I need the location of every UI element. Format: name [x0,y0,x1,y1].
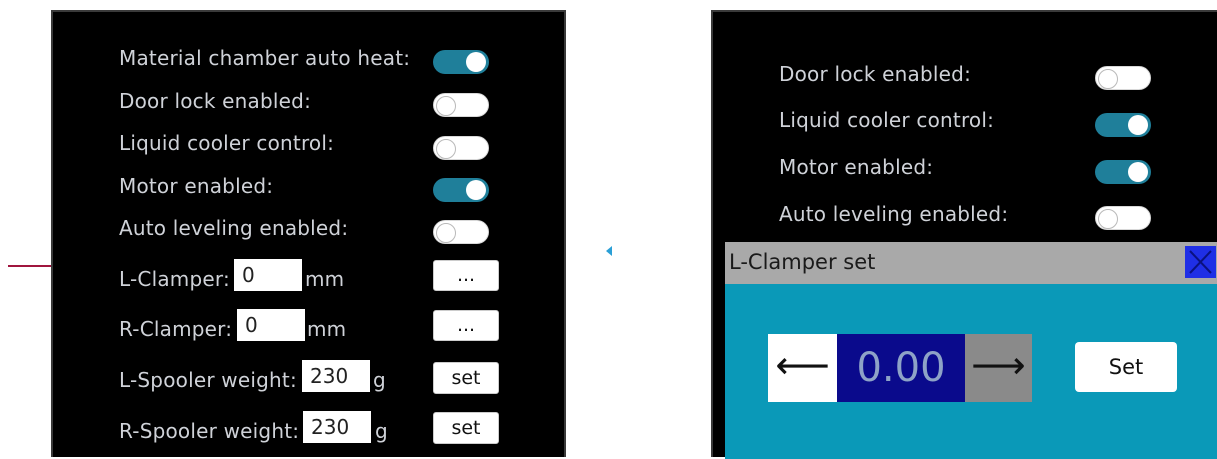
decrement-arrow-button[interactable]: ⟵ [768,334,837,402]
toggle-knob [436,139,456,159]
toggle-auto-leveling-enabled[interactable] [1095,206,1151,230]
toggle-knob [436,96,456,116]
label-r-clamper: R-Clamper: [119,317,233,341]
l-clamper-more-button[interactable]: ... [433,260,499,291]
toggle-knob [466,180,486,200]
dialog-titlebar[interactable]: L-Clamper set [725,242,1217,284]
toggle-liquid-cooler-control[interactable] [433,136,489,160]
toggle-material-chamber-auto-heat[interactable] [433,50,489,74]
l-spooler-weight-field[interactable]: 230 [302,360,370,392]
dialog-body: ⟵ 0.00 ⟶ Set [725,284,1217,459]
toggle-door-lock-enabled[interactable] [1095,66,1151,90]
label-auto-leveling-enabled: Auto leveling enabled: [779,202,1009,226]
toggle-auto-leveling-enabled[interactable] [433,220,489,244]
l-clamper-field[interactable]: 0 [234,259,302,291]
toggle-door-lock-enabled[interactable] [433,93,489,117]
set-button[interactable]: Set [1075,342,1177,392]
label-r-spooler-weight: R-Spooler weight: [119,419,300,443]
label-liquid-cooler-control: Liquid cooler control: [779,108,995,132]
label-l-spooler-weight: L-Spooler weight: [119,368,297,392]
l-spooler-set-button[interactable]: set [433,362,499,394]
label-auto-leveling-enabled: Auto leveling enabled: [119,216,349,240]
label-door-lock-enabled: Door lock enabled: [779,62,972,86]
r-spooler-unit: g [375,419,388,443]
settings-panel-left: Material chamber auto heat: Door lock en… [51,10,612,457]
toggle-knob [1098,209,1118,229]
label-l-clamper: L-Clamper: [119,267,230,291]
r-clamper-field[interactable]: 0 [237,309,305,341]
close-icon [1189,250,1212,274]
toggle-knob [1128,115,1148,135]
l-clamper-unit: mm [305,267,345,291]
toggle-motor-enabled[interactable] [1095,160,1151,184]
toggle-motor-enabled[interactable] [433,178,489,202]
settings-panel-right: Door lock enabled: Liquid cooler control… [711,10,1217,459]
label-liquid-cooler-control: Liquid cooler control: [119,131,335,155]
increment-arrow-button[interactable]: ⟶ [965,334,1032,402]
label-motor-enabled: Motor enabled: [119,174,274,198]
l-clamper-set-dialog: L-Clamper set ⟵ 0.00 ⟶ Set [725,242,1217,459]
toggle-knob [1128,162,1148,182]
l-spooler-unit: g [373,368,386,392]
r-spooler-weight-field[interactable]: 230 [303,411,371,443]
r-clamper-more-button[interactable]: ... [433,310,499,341]
label-door-lock-enabled: Door lock enabled: [119,89,312,113]
r-clamper-unit: mm [307,317,347,341]
toggle-liquid-cooler-control[interactable] [1095,113,1151,137]
dialog-title: L-Clamper set [729,250,876,274]
toggle-knob [466,52,486,72]
toggle-knob [436,223,456,243]
collapse-arrow-icon[interactable] [606,246,612,256]
label-motor-enabled: Motor enabled: [779,155,934,179]
clamper-value-display[interactable]: 0.00 [837,334,965,402]
toggle-knob [1098,69,1118,89]
dialog-close-button[interactable] [1185,246,1216,278]
label-material-chamber-auto-heat: Material chamber auto heat: [119,46,411,70]
r-spooler-set-button[interactable]: set [433,412,499,444]
